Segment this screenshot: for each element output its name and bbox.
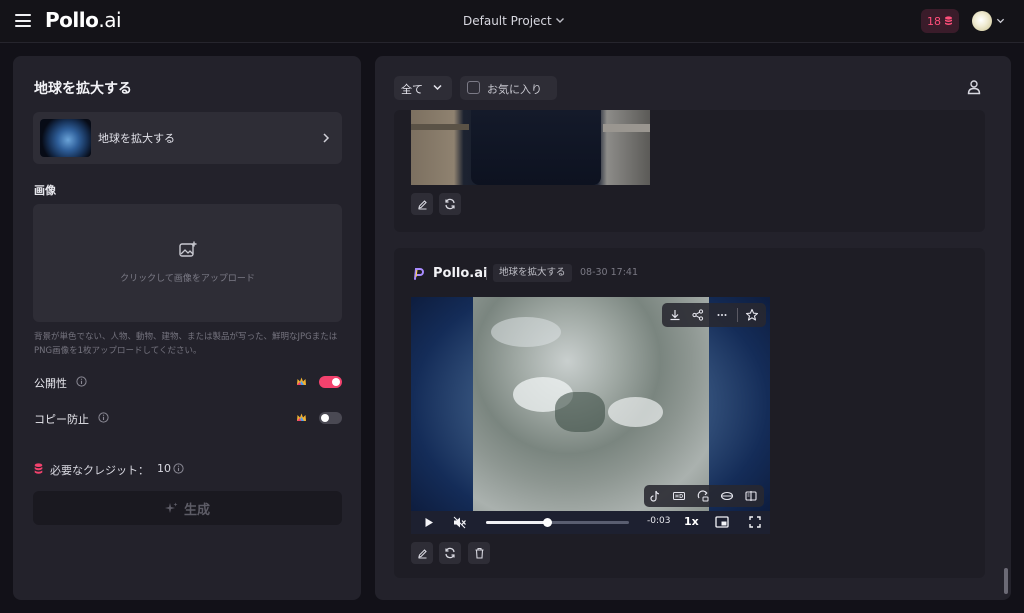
- edit-button[interactable]: [411, 193, 433, 215]
- public-option: 公開性: [34, 373, 342, 391]
- video-actions-bar: [662, 303, 766, 327]
- compare-icon[interactable]: [744, 489, 758, 503]
- panel-title: 地球を拡大する: [34, 81, 132, 97]
- share-icon[interactable]: [691, 308, 705, 322]
- fullscreen-icon[interactable]: [749, 516, 761, 528]
- credits-label: 必要なクレジット：: [50, 464, 149, 477]
- divider: [486, 268, 487, 280]
- copy-protect-label: コピー防止: [34, 413, 89, 426]
- filter-label: 全て: [401, 83, 423, 96]
- pencil-icon: [417, 548, 427, 558]
- crown-icon: [297, 377, 306, 385]
- sparkle-icon: [164, 502, 178, 513]
- project-selector[interactable]: Default Project: [463, 14, 552, 28]
- video-progress[interactable]: [486, 518, 629, 527]
- brand-name: Pollo.ai: [433, 266, 488, 281]
- playback-speed[interactable]: 1x: [684, 515, 699, 528]
- star-icon[interactable]: [745, 308, 759, 322]
- image-upload-icon: [179, 241, 197, 257]
- logo-suffix: .ai: [98, 8, 122, 32]
- template-selector[interactable]: 地球を拡大する: [33, 112, 342, 164]
- hd-icon[interactable]: [672, 489, 686, 503]
- refresh-icon: [445, 547, 455, 559]
- favorites-filter[interactable]: お気に入り: [460, 76, 557, 100]
- progress-fill: [486, 521, 548, 524]
- video-frame: [473, 297, 709, 511]
- public-toggle[interactable]: [319, 376, 342, 388]
- copy-protect-option: コピー防止: [34, 409, 342, 427]
- chevron-down-icon[interactable]: [996, 16, 1005, 25]
- settings-panel: 地球を拡大する 地球を拡大する 画像 クリックして画像をアップロード 背景が単色…: [13, 56, 361, 600]
- progress-handle[interactable]: [542, 518, 552, 527]
- trash-icon: [475, 547, 483, 559]
- regenerate-button[interactable]: [439, 193, 461, 215]
- logo[interactable]: Pollo.ai: [45, 8, 122, 32]
- public-label: 公開性: [34, 377, 67, 390]
- chevron-right-icon: [323, 133, 330, 143]
- video-loop-icon[interactable]: [696, 489, 710, 503]
- download-icon[interactable]: [668, 308, 682, 322]
- scrollbar[interactable]: [1004, 568, 1008, 594]
- credits-count: 18: [927, 14, 941, 28]
- result-card: [394, 110, 985, 232]
- credits-badge[interactable]: 18: [921, 9, 959, 33]
- time-remaining: -0:03: [647, 516, 671, 526]
- template-name: 地球を拡大する: [98, 132, 175, 145]
- info-icon[interactable]: [76, 376, 87, 387]
- credits-value: 10: [157, 462, 171, 475]
- play-icon[interactable]: [424, 517, 434, 528]
- result-thumbnail[interactable]: [411, 110, 650, 185]
- results-panel: 全て お気に入り Pollo.ai 地球を拡大する 08-30 17:41 -0…: [375, 56, 1011, 600]
- upload-text: クリックして画像をアップロード: [120, 274, 255, 284]
- pencil-icon: [417, 199, 427, 209]
- image-upload-area[interactable]: クリックして画像をアップロード: [33, 204, 342, 322]
- upload-hint: 背景が単色でない、人物、動物、建物、または製品が写った、鮮明なJPGまたはPNG…: [34, 332, 338, 356]
- video-tools-bar: [644, 485, 764, 507]
- more-icon[interactable]: [715, 308, 729, 322]
- divider: [737, 308, 738, 322]
- template-thumbnail: [40, 119, 91, 157]
- refresh-icon: [445, 198, 455, 210]
- info-icon[interactable]: [173, 463, 184, 474]
- generate-label: 生成: [183, 502, 210, 518]
- menu-icon[interactable]: [15, 14, 31, 27]
- avatar[interactable]: [972, 11, 992, 31]
- favorites-checkbox[interactable]: [467, 81, 480, 94]
- regenerate-button[interactable]: [439, 542, 461, 564]
- image-section-label: 画像: [34, 184, 56, 197]
- chevron-down-icon: [433, 84, 442, 91]
- copy-protect-toggle[interactable]: [319, 412, 342, 424]
- timestamp: 08-30 17:41: [580, 267, 639, 278]
- mute-icon[interactable]: [453, 516, 467, 529]
- subject-icon[interactable]: [720, 489, 734, 503]
- filter-dropdown[interactable]: 全て: [394, 76, 452, 100]
- generate-button[interactable]: 生成: [33, 491, 342, 525]
- tiktok-icon[interactable]: [648, 489, 662, 503]
- delete-button[interactable]: [468, 542, 490, 564]
- video-player[interactable]: -0:03 1x: [411, 297, 770, 534]
- result-card: Pollo.ai 地球を拡大する 08-30 17:41 -0:03 1x: [394, 248, 985, 578]
- picture-in-picture-icon[interactable]: [715, 516, 729, 528]
- edit-button[interactable]: [411, 542, 433, 564]
- coin-stack-icon: [34, 463, 43, 474]
- favorites-label: お気に入り: [487, 83, 542, 96]
- video-controls: -0:03 1x: [411, 511, 770, 534]
- crown-icon: [297, 413, 306, 421]
- logo-text: Pollo: [45, 8, 99, 32]
- task-tag[interactable]: 地球を拡大する: [493, 264, 572, 282]
- pollo-logo-icon: [414, 268, 424, 280]
- coin-stack-icon: [945, 16, 952, 25]
- user-icon[interactable]: [967, 79, 981, 95]
- top-bar: Pollo.ai Default Project 18: [0, 0, 1024, 43]
- info-icon[interactable]: [98, 412, 109, 423]
- chevron-down-icon[interactable]: [555, 15, 565, 25]
